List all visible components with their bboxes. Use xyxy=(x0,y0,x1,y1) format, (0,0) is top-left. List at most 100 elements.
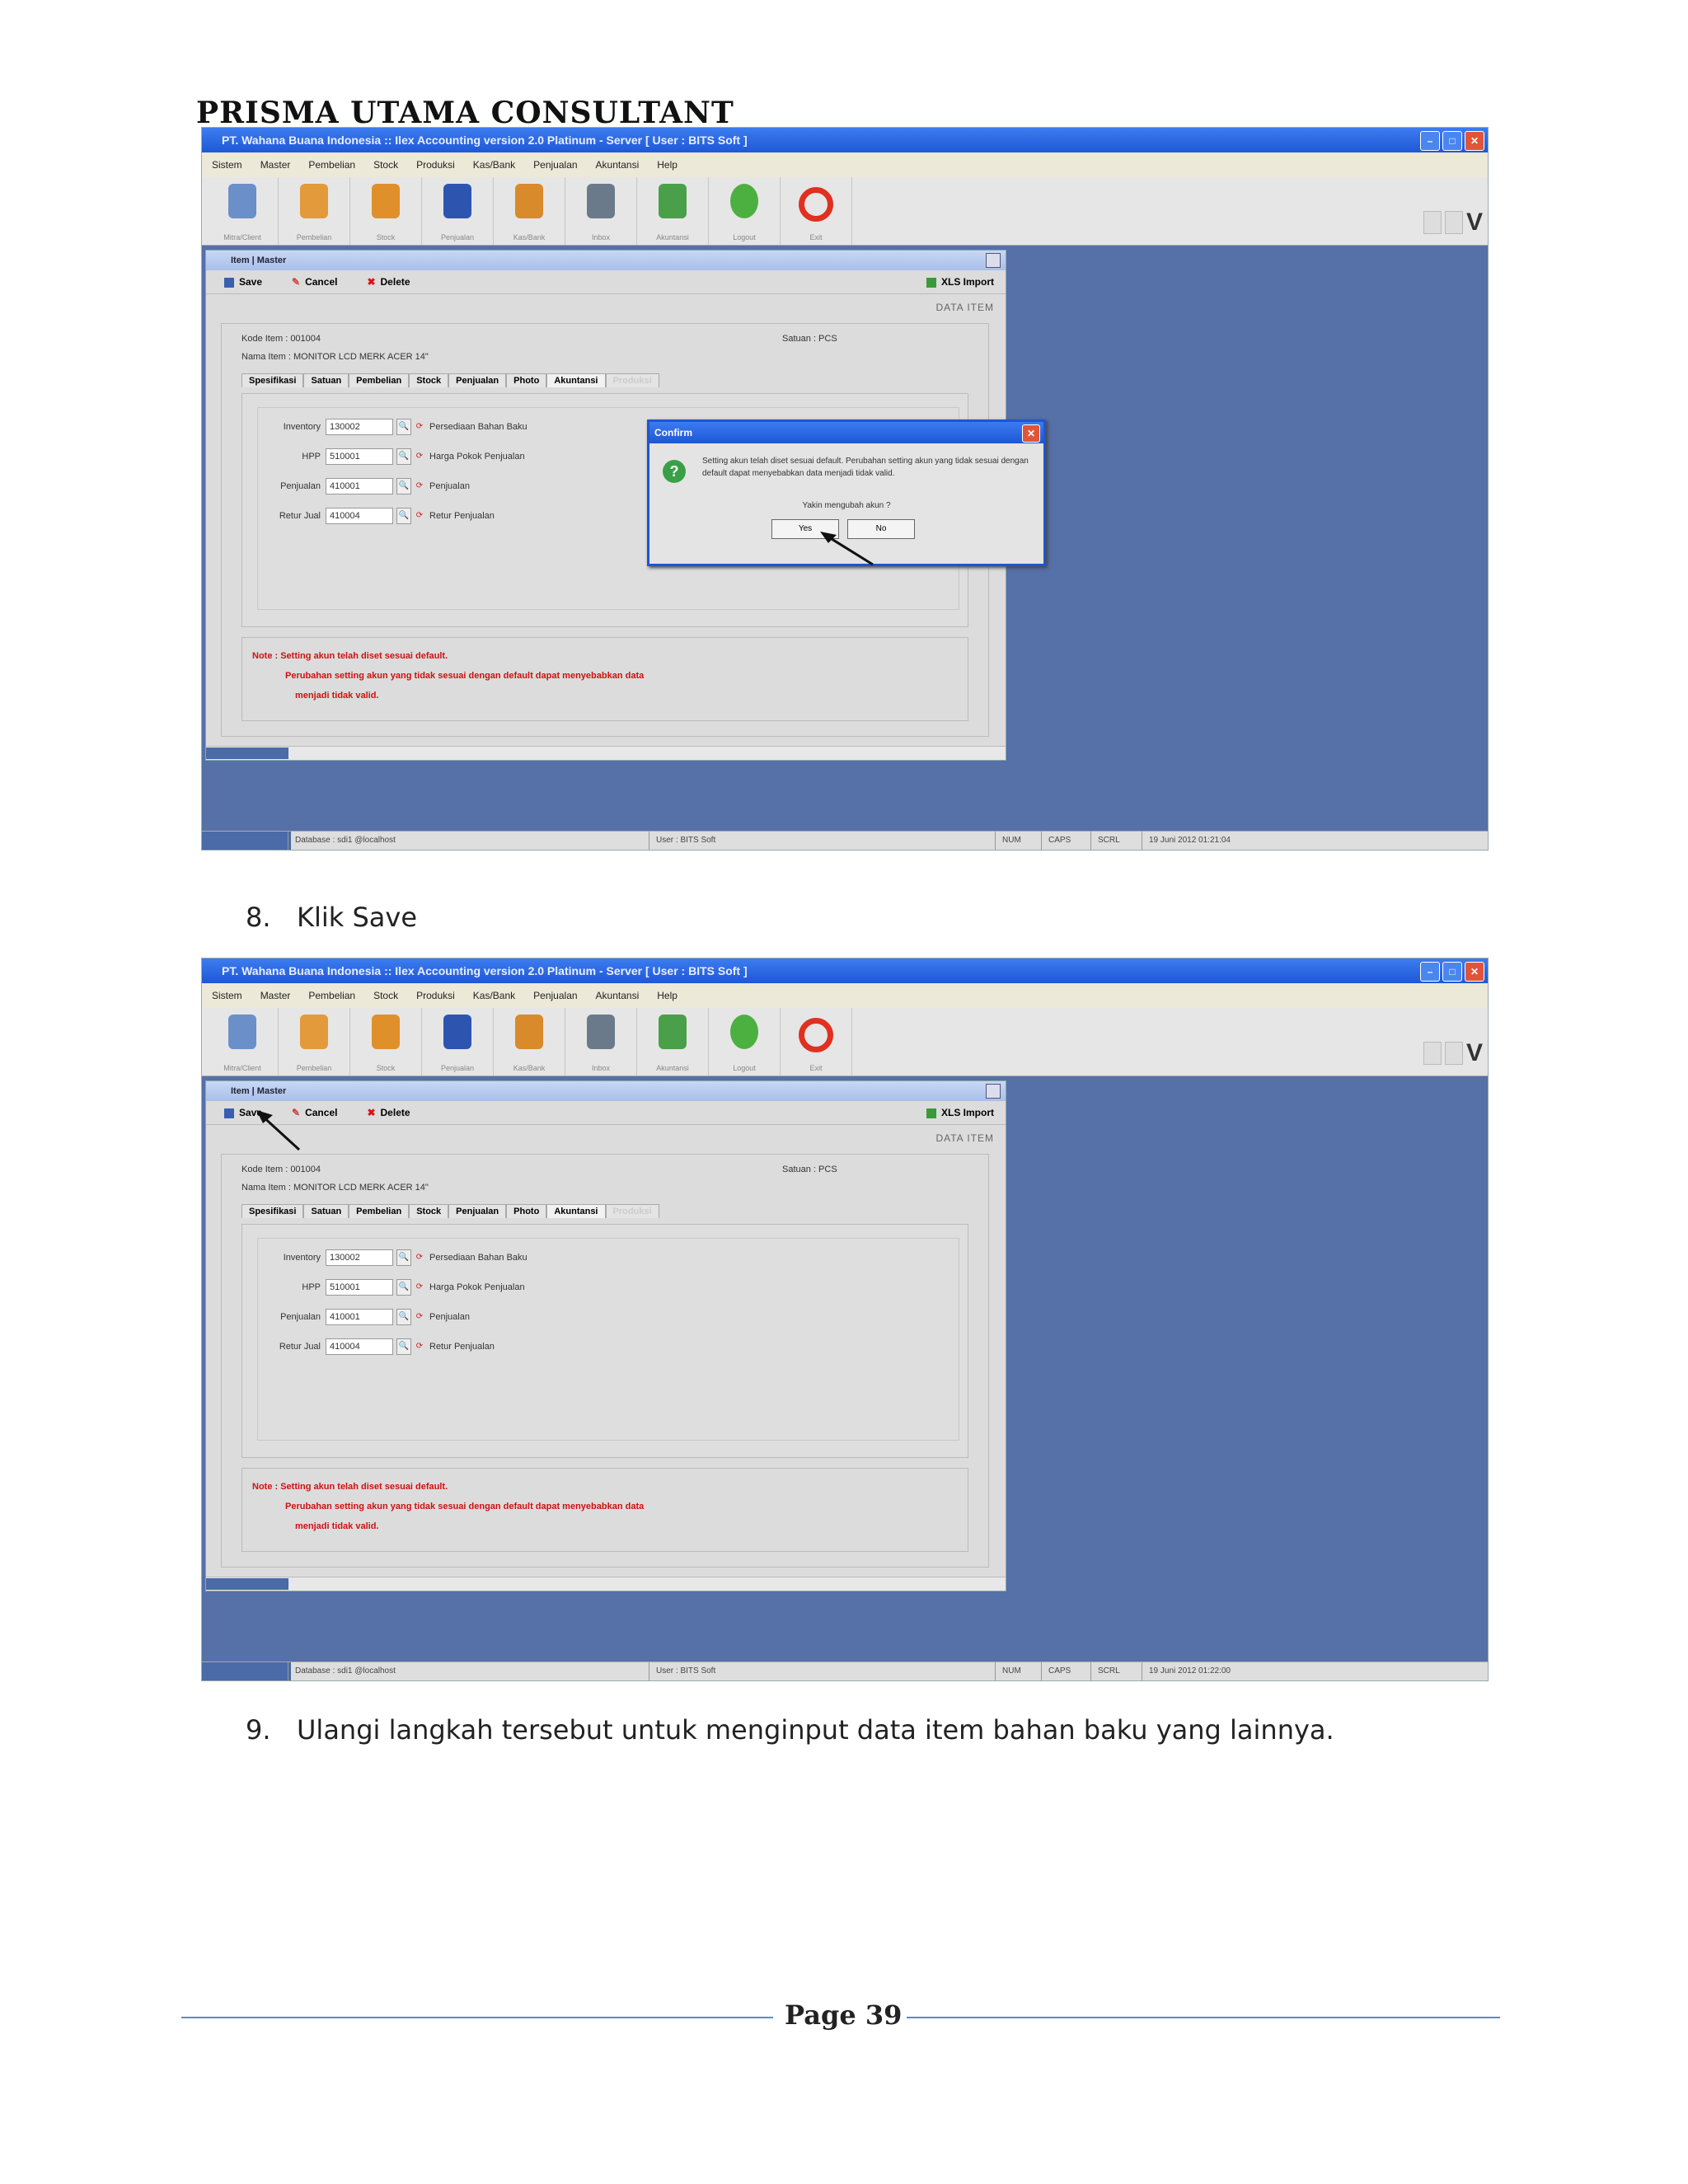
tab-photo[interactable]: Photo xyxy=(506,1204,547,1218)
tab-produksi[interactable]: Produksi xyxy=(605,1204,659,1218)
menu-item-help[interactable]: Help xyxy=(657,159,678,171)
menu-item-master[interactable]: Master xyxy=(260,990,291,1001)
menu-item-master[interactable]: Master xyxy=(260,159,291,171)
tab-photo[interactable]: Photo xyxy=(506,373,547,387)
menu-item-penjualan[interactable]: Penjualan xyxy=(533,159,577,171)
form-close-button[interactable] xyxy=(986,253,1001,268)
maximize-button[interactable]: □ xyxy=(1442,131,1462,151)
toolbar-exit-button[interactable]: Exit xyxy=(781,177,852,245)
toolbar-mitra-button[interactable]: Mitra/Client xyxy=(207,177,279,245)
refresh-icon[interactable]: ⟳ xyxy=(413,509,426,523)
xls-import-button[interactable]: XLS Import xyxy=(926,276,994,288)
menu-item-pembelian[interactable]: Pembelian xyxy=(308,159,355,171)
toolbar-akuntansi-button[interactable]: Akuntansi xyxy=(637,177,709,245)
refresh-icon[interactable]: ⟳ xyxy=(413,1280,426,1295)
tab-satuan[interactable]: Satuan xyxy=(303,1204,349,1218)
menu-item-penjualan[interactable]: Penjualan xyxy=(533,990,577,1001)
refresh-icon[interactable]: ⟳ xyxy=(413,1339,426,1354)
maximize-button[interactable]: □ xyxy=(1442,962,1462,982)
toolbar-akuntansi-button[interactable]: Akuntansi xyxy=(637,1008,709,1076)
toolbar-inbox-button[interactable]: Inbox xyxy=(565,1008,637,1076)
tab-pembelian[interactable]: Pembelian xyxy=(349,373,410,387)
search-icon[interactable]: 🔍 xyxy=(396,478,411,494)
tab-satuan[interactable]: Satuan xyxy=(303,373,349,387)
search-icon[interactable]: 🔍 xyxy=(396,1338,411,1355)
toolbar-kasbank-button[interactable]: Kas/Bank xyxy=(494,1008,565,1076)
refresh-icon[interactable]: ⟳ xyxy=(413,1310,426,1324)
menu-item-stock[interactable]: Stock xyxy=(373,159,398,171)
search-icon[interactable]: 🔍 xyxy=(396,419,411,435)
menu-item-kasbank[interactable]: Kas/Bank xyxy=(473,159,515,171)
save-button[interactable]: Save xyxy=(224,276,262,288)
nav-prev-button[interactable] xyxy=(1423,1042,1442,1065)
toolbar-penjualan-button[interactable]: Penjualan xyxy=(422,177,494,245)
menu-item-kasbank[interactable]: Kas/Bank xyxy=(473,990,515,1001)
xls-import-button[interactable]: XLS Import xyxy=(926,1107,994,1118)
toolbar-inbox-button[interactable]: Inbox xyxy=(565,177,637,245)
search-icon[interactable]: 🔍 xyxy=(396,1249,411,1266)
search-icon[interactable]: 🔍 xyxy=(396,1309,411,1325)
toolbar-stock-button[interactable]: Stock xyxy=(350,177,422,245)
hpp-account-field[interactable]: 510001 xyxy=(326,1279,393,1296)
tab-penjualan[interactable]: Penjualan xyxy=(448,1204,507,1218)
menu-item-produksi[interactable]: Produksi xyxy=(416,159,455,171)
menu-item-help[interactable]: Help xyxy=(657,990,678,1001)
hpp-account-field[interactable]: 510001 xyxy=(326,448,393,465)
nav-next-button[interactable] xyxy=(1444,1042,1463,1065)
toolbar-stock-button[interactable]: Stock xyxy=(350,1008,422,1076)
delete-button[interactable]: ✖ Delete xyxy=(367,276,410,288)
close-button[interactable]: ✕ xyxy=(1465,131,1484,151)
toolbar-logout-button[interactable]: Logout xyxy=(709,177,781,245)
menu-item-pembelian[interactable]: Pembelian xyxy=(308,990,355,1001)
form-close-button[interactable] xyxy=(986,1084,1001,1099)
inventory-account-field[interactable]: 130002 xyxy=(326,1249,393,1266)
search-icon[interactable]: 🔍 xyxy=(396,508,411,524)
nav-prev-button[interactable] xyxy=(1423,211,1442,234)
dialog-close-button[interactable]: ✕ xyxy=(1022,424,1040,443)
nav-next-button[interactable] xyxy=(1444,211,1463,234)
toolbar-pembelian-button[interactable]: Pembelian xyxy=(279,177,350,245)
cancel-button[interactable]: ✎ Cancel xyxy=(292,276,337,288)
tab-produksi[interactable]: Produksi xyxy=(605,373,659,387)
toolbar-pembelian-button[interactable]: Pembelian xyxy=(279,1008,350,1076)
penjualan-account-field[interactable]: 410001 xyxy=(326,478,393,494)
tab-stock[interactable]: Stock xyxy=(409,1204,449,1218)
search-icon[interactable]: 🔍 xyxy=(396,448,411,465)
delete-button[interactable]: ✖ Delete xyxy=(367,1107,410,1118)
tab-pembelian[interactable]: Pembelian xyxy=(349,1204,410,1218)
tab-akuntansi[interactable]: Akuntansi xyxy=(546,373,606,387)
tab-stock[interactable]: Stock xyxy=(409,373,449,387)
menu-item-akuntansi[interactable]: Akuntansi xyxy=(596,990,640,1001)
toolbar-exit-button[interactable]: Exit xyxy=(781,1008,852,1076)
menu-item-produksi[interactable]: Produksi xyxy=(416,990,455,1001)
search-icon[interactable]: 🔍 xyxy=(396,1279,411,1296)
menu-item-sistem[interactable]: Sistem xyxy=(212,990,242,1001)
toolbar-mitra-button[interactable]: Mitra/Client xyxy=(207,1008,279,1076)
refresh-icon[interactable]: ⟳ xyxy=(413,479,426,494)
retur-account-field[interactable]: 410004 xyxy=(326,508,393,524)
tab-spesifikasi[interactable]: Spesifikasi xyxy=(241,1204,304,1218)
toolbar-kasbank-button[interactable]: Kas/Bank xyxy=(494,177,565,245)
menu-item-sistem[interactable]: Sistem xyxy=(212,159,242,171)
menu-item-stock[interactable]: Stock xyxy=(373,990,398,1001)
penjualan-account-field[interactable]: 410001 xyxy=(326,1309,393,1325)
inventory-account-field[interactable]: 130002 xyxy=(326,419,393,435)
chevron-down-icon[interactable]: V xyxy=(1466,1039,1483,1067)
refresh-icon[interactable]: ⟳ xyxy=(413,449,426,464)
horizontal-scrollbar[interactable] xyxy=(206,1577,1006,1591)
note-line-2: Perubahan setting akun yang tidak sesuai… xyxy=(285,1502,645,1511)
tab-akuntansi[interactable]: Akuntansi xyxy=(546,1204,606,1218)
menu-item-akuntansi[interactable]: Akuntansi xyxy=(596,159,640,171)
toolbar-logout-button[interactable]: Logout xyxy=(709,1008,781,1076)
minimize-button[interactable]: – xyxy=(1420,962,1440,982)
close-button[interactable]: ✕ xyxy=(1465,962,1484,982)
toolbar-penjualan-button[interactable]: Penjualan xyxy=(422,1008,494,1076)
tab-spesifikasi[interactable]: Spesifikasi xyxy=(241,373,304,387)
refresh-icon[interactable]: ⟳ xyxy=(413,1250,426,1265)
chevron-down-icon[interactable]: V xyxy=(1466,209,1483,237)
refresh-icon[interactable]: ⟳ xyxy=(413,419,426,434)
retur-account-field[interactable]: 410004 xyxy=(326,1338,393,1355)
minimize-button[interactable]: – xyxy=(1420,131,1440,151)
horizontal-scrollbar[interactable] xyxy=(206,746,1006,760)
tab-penjualan[interactable]: Penjualan xyxy=(448,373,507,387)
